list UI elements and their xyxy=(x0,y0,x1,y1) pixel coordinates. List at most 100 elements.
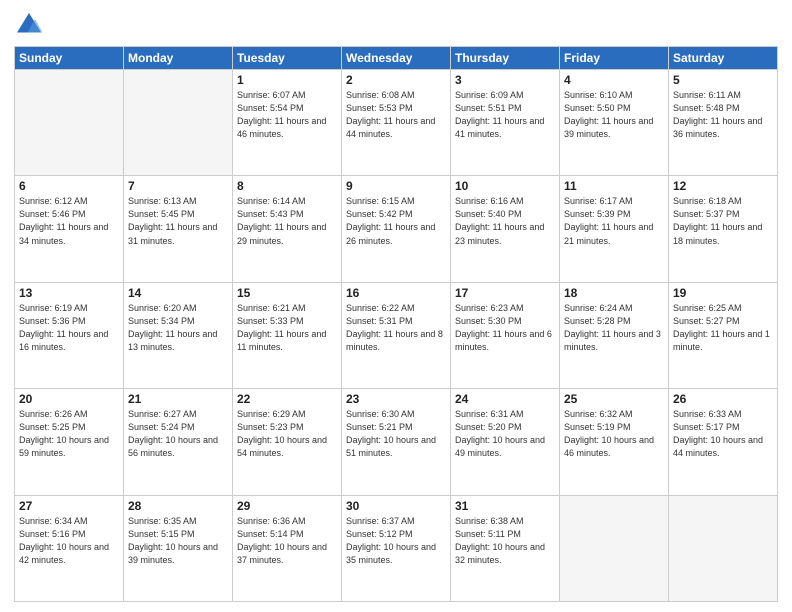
weekday-header: Friday xyxy=(560,47,669,70)
day-number: 9 xyxy=(346,179,446,193)
weekday-row: SundayMondayTuesdayWednesdayThursdayFrid… xyxy=(15,47,778,70)
day-number: 27 xyxy=(19,499,119,513)
day-info: Sunrise: 6:27 AM Sunset: 5:24 PM Dayligh… xyxy=(128,408,228,460)
calendar-day-cell: 19Sunrise: 6:25 AM Sunset: 5:27 PM Dayli… xyxy=(669,282,778,388)
calendar-day-cell: 25 Sunrise: 6:32 AM Sunset: 5:19 PM Dayli… xyxy=(560,389,669,495)
day-info: Sunrise: 6:24 AM Sunset: 5:28 PM Dayligh… xyxy=(564,302,664,354)
logo-icon xyxy=(14,10,44,40)
logo xyxy=(14,10,46,40)
weekday-header: Sunday xyxy=(15,47,124,70)
calendar-day-cell: 29 Sunrise: 6:36 AM Sunset: 5:14 PM Dayli… xyxy=(233,495,342,601)
day-number: 4 xyxy=(564,73,664,87)
day-number: 14 xyxy=(128,286,228,300)
calendar-day-cell: 12 Sunrise: 6:18 AM Sunset: 5:37 PM Dayli… xyxy=(669,176,778,282)
day-info: Sunrise: 6:11 AM Sunset: 5:48 PM Dayligh… xyxy=(673,89,773,141)
calendar-body: 1Sunrise: 6:07 AM Sunset: 5:54 PM Daylig… xyxy=(15,70,778,602)
day-info: Sunrise: 6:31 AM Sunset: 5:20 PM Dayligh… xyxy=(455,408,555,460)
day-number: 10 xyxy=(455,179,555,193)
calendar-day-cell: 3 Sunrise: 6:09 AM Sunset: 5:51 PM Daylig… xyxy=(451,70,560,176)
day-info: Sunrise: 6:21 AM Sunset: 5:33 PM Dayligh… xyxy=(237,302,337,354)
calendar-header: SundayMondayTuesdayWednesdayThursdayFrid… xyxy=(15,47,778,70)
day-info: Sunrise: 6:09 AM Sunset: 5:51 PM Dayligh… xyxy=(455,89,555,141)
calendar-day-cell: 28Sunrise: 6:35 AM Sunset: 5:15 PM Dayli… xyxy=(124,495,233,601)
calendar-day-cell: 21 Sunrise: 6:27 AM Sunset: 5:24 PM Dayli… xyxy=(124,389,233,495)
calendar-day-cell: 17 Sunrise: 6:23 AM Sunset: 5:30 PM Dayli… xyxy=(451,282,560,388)
calendar-day-cell: 7Sunrise: 6:13 AM Sunset: 5:45 PM Daylig… xyxy=(124,176,233,282)
day-info: Sunrise: 6:14 AM Sunset: 5:43 PM Dayligh… xyxy=(237,195,337,247)
day-number: 21 xyxy=(128,392,228,406)
calendar-day-cell: 9Sunrise: 6:15 AM Sunset: 5:42 PM Daylig… xyxy=(342,176,451,282)
day-info: Sunrise: 6:18 AM Sunset: 5:37 PM Dayligh… xyxy=(673,195,773,247)
calendar-day-cell: 10 Sunrise: 6:16 AM Sunset: 5:40 PM Dayli… xyxy=(451,176,560,282)
day-number: 17 xyxy=(455,286,555,300)
calendar-day-cell: 20 Sunrise: 6:26 AM Sunset: 5:25 PM Dayli… xyxy=(15,389,124,495)
day-number: 18 xyxy=(564,286,664,300)
calendar-day-cell: 1Sunrise: 6:07 AM Sunset: 5:54 PM Daylig… xyxy=(233,70,342,176)
day-info: Sunrise: 6:32 AM Sunset: 5:19 PM Dayligh… xyxy=(564,408,664,460)
day-info: Sunrise: 6:17 AM Sunset: 5:39 PM Dayligh… xyxy=(564,195,664,247)
day-info: Sunrise: 6:29 AM Sunset: 5:23 PM Dayligh… xyxy=(237,408,337,460)
calendar-day-cell xyxy=(669,495,778,601)
calendar-day-cell: 6Sunrise: 6:12 AM Sunset: 5:46 PM Daylig… xyxy=(15,176,124,282)
calendar-day-cell: 14 Sunrise: 6:20 AM Sunset: 5:34 PM Dayli… xyxy=(124,282,233,388)
day-info: Sunrise: 6:36 AM Sunset: 5:14 PM Dayligh… xyxy=(237,515,337,567)
day-info: Sunrise: 6:19 AM Sunset: 5:36 PM Dayligh… xyxy=(19,302,119,354)
day-info: Sunrise: 6:26 AM Sunset: 5:25 PM Dayligh… xyxy=(19,408,119,460)
calendar-day-cell: 16 Sunrise: 6:22 AM Sunset: 5:31 PM Dayli… xyxy=(342,282,451,388)
calendar-day-cell: 18 Sunrise: 6:24 AM Sunset: 5:28 PM Dayli… xyxy=(560,282,669,388)
day-info: Sunrise: 6:16 AM Sunset: 5:40 PM Dayligh… xyxy=(455,195,555,247)
calendar-week-row: 20 Sunrise: 6:26 AM Sunset: 5:25 PM Dayli… xyxy=(15,389,778,495)
calendar-week-row: 1Sunrise: 6:07 AM Sunset: 5:54 PM Daylig… xyxy=(15,70,778,176)
day-number: 25 xyxy=(564,392,664,406)
day-number: 23 xyxy=(346,392,446,406)
header xyxy=(14,10,778,40)
day-number: 3 xyxy=(455,73,555,87)
calendar-day-cell: 13 Sunrise: 6:19 AM Sunset: 5:36 PM Dayli… xyxy=(15,282,124,388)
weekday-header: Wednesday xyxy=(342,47,451,70)
day-info: Sunrise: 6:30 AM Sunset: 5:21 PM Dayligh… xyxy=(346,408,446,460)
day-info: Sunrise: 6:35 AM Sunset: 5:15 PM Dayligh… xyxy=(128,515,228,567)
day-info: Sunrise: 6:20 AM Sunset: 5:34 PM Dayligh… xyxy=(128,302,228,354)
calendar-week-row: 13 Sunrise: 6:19 AM Sunset: 5:36 PM Dayli… xyxy=(15,282,778,388)
calendar-day-cell: 15 Sunrise: 6:21 AM Sunset: 5:33 PM Dayli… xyxy=(233,282,342,388)
weekday-header: Monday xyxy=(124,47,233,70)
day-number: 16 xyxy=(346,286,446,300)
calendar-day-cell: 27 Sunrise: 6:34 AM Sunset: 5:16 PM Dayli… xyxy=(15,495,124,601)
day-info: Sunrise: 6:08 AM Sunset: 5:53 PM Dayligh… xyxy=(346,89,446,141)
day-info: Sunrise: 6:38 AM Sunset: 5:11 PM Dayligh… xyxy=(455,515,555,567)
day-number: 11 xyxy=(564,179,664,193)
day-info: Sunrise: 6:23 AM Sunset: 5:30 PM Dayligh… xyxy=(455,302,555,354)
weekday-header: Thursday xyxy=(451,47,560,70)
day-info: Sunrise: 6:34 AM Sunset: 5:16 PM Dayligh… xyxy=(19,515,119,567)
day-number: 12 xyxy=(673,179,773,193)
calendar-week-row: 6Sunrise: 6:12 AM Sunset: 5:46 PM Daylig… xyxy=(15,176,778,282)
calendar-day-cell xyxy=(124,70,233,176)
weekday-header: Tuesday xyxy=(233,47,342,70)
day-number: 2 xyxy=(346,73,446,87)
day-info: Sunrise: 6:10 AM Sunset: 5:50 PM Dayligh… xyxy=(564,89,664,141)
day-number: 13 xyxy=(19,286,119,300)
day-number: 5 xyxy=(673,73,773,87)
day-number: 19 xyxy=(673,286,773,300)
calendar-week-row: 27 Sunrise: 6:34 AM Sunset: 5:16 PM Dayli… xyxy=(15,495,778,601)
day-number: 15 xyxy=(237,286,337,300)
day-number: 24 xyxy=(455,392,555,406)
day-number: 8 xyxy=(237,179,337,193)
day-number: 30 xyxy=(346,499,446,513)
calendar: SundayMondayTuesdayWednesdayThursdayFrid… xyxy=(14,46,778,602)
day-number: 20 xyxy=(19,392,119,406)
day-number: 26 xyxy=(673,392,773,406)
calendar-day-cell: 31 Sunrise: 6:38 AM Sunset: 5:11 PM Dayli… xyxy=(451,495,560,601)
day-number: 22 xyxy=(237,392,337,406)
calendar-day-cell: 22 Sunrise: 6:29 AM Sunset: 5:23 PM Dayli… xyxy=(233,389,342,495)
calendar-day-cell: 11 Sunrise: 6:17 AM Sunset: 5:39 PM Dayli… xyxy=(560,176,669,282)
day-number: 6 xyxy=(19,179,119,193)
day-number: 31 xyxy=(455,499,555,513)
calendar-day-cell: 26Sunrise: 6:33 AM Sunset: 5:17 PM Dayli… xyxy=(669,389,778,495)
weekday-header: Saturday xyxy=(669,47,778,70)
calendar-day-cell: 24 Sunrise: 6:31 AM Sunset: 5:20 PM Dayli… xyxy=(451,389,560,495)
day-number: 29 xyxy=(237,499,337,513)
calendar-day-cell: 2 Sunrise: 6:08 AM Sunset: 5:53 PM Daylig… xyxy=(342,70,451,176)
day-info: Sunrise: 6:22 AM Sunset: 5:31 PM Dayligh… xyxy=(346,302,446,354)
calendar-day-cell: 5 Sunrise: 6:11 AM Sunset: 5:48 PM Daylig… xyxy=(669,70,778,176)
